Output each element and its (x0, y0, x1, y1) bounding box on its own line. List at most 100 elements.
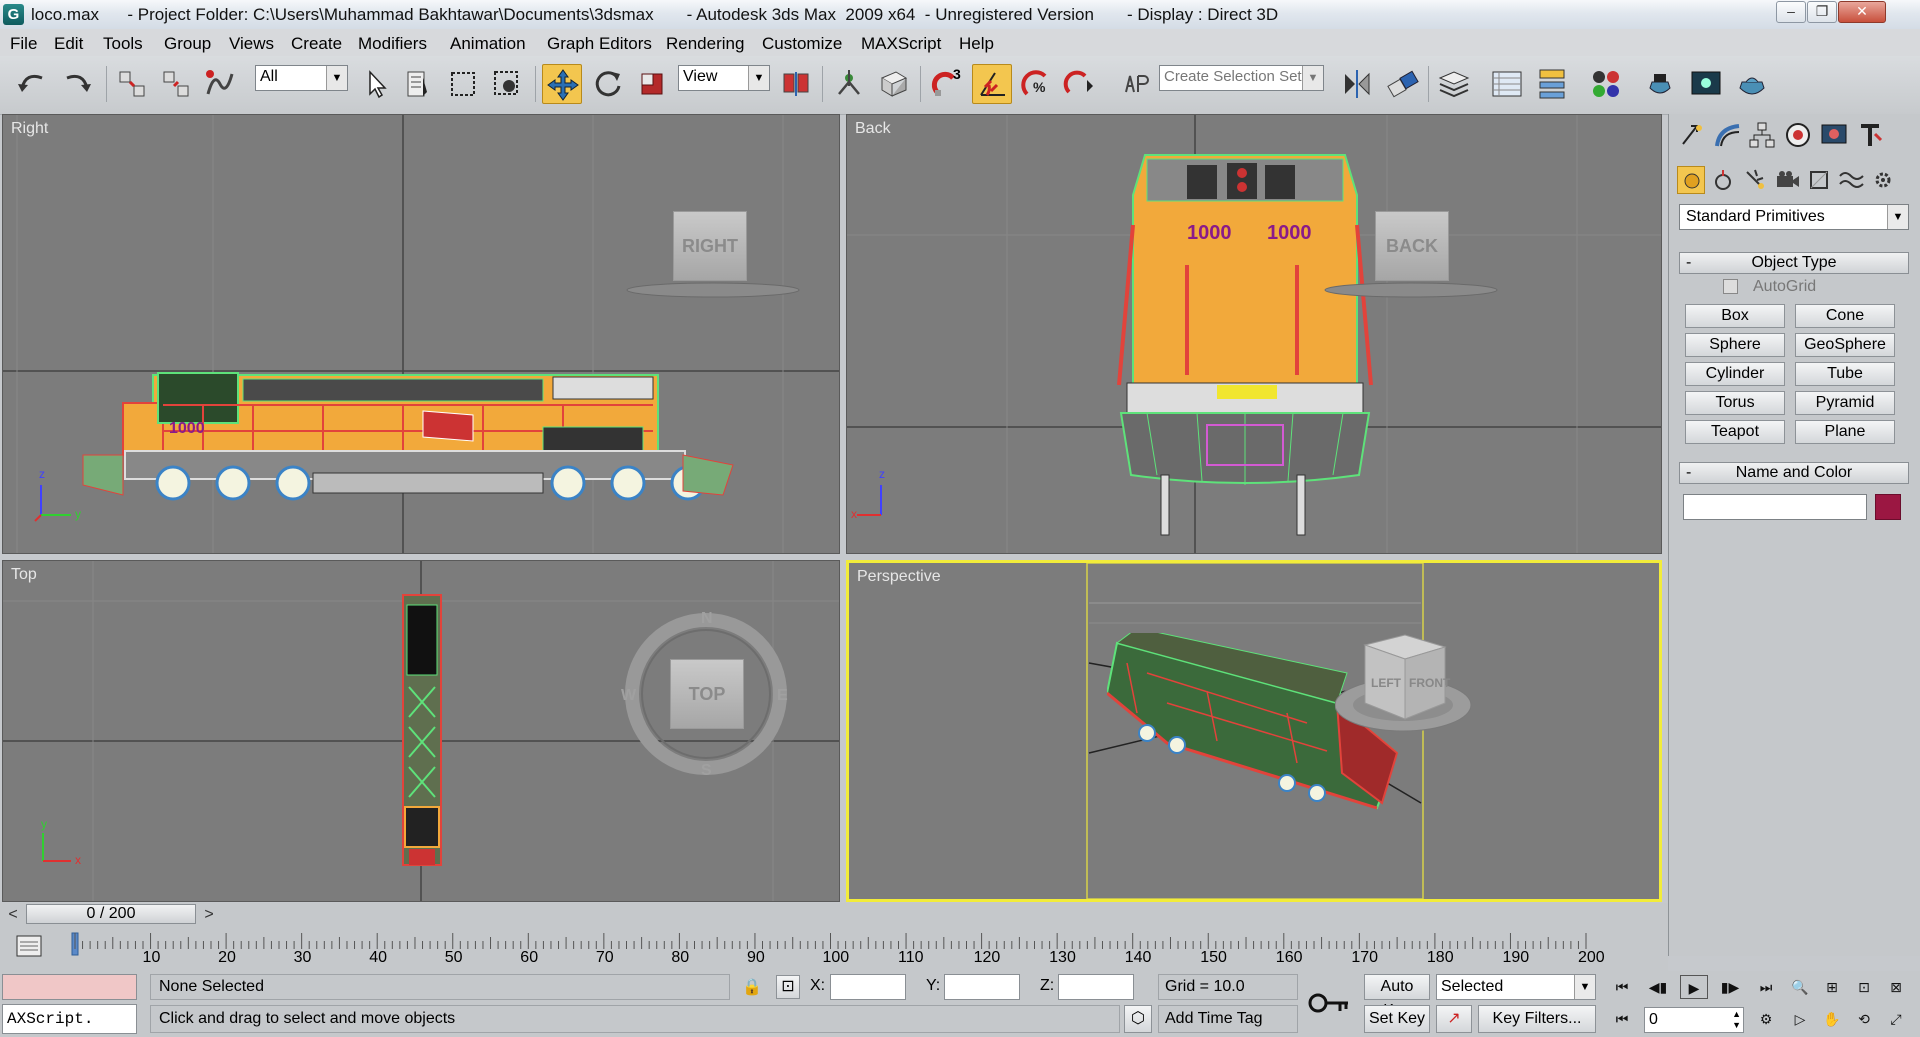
default-tangents-icon[interactable]: ↗ (1436, 1005, 1472, 1033)
zoom-all-icon[interactable]: ⊞ (1818, 975, 1846, 999)
motion-tab-icon[interactable] (1783, 120, 1813, 150)
display-tab-icon[interactable] (1819, 120, 1849, 150)
time-tag-icon[interactable]: ⬡ (1124, 1005, 1152, 1033)
viewport-top[interactable]: Top N E S W TOP y x (2, 560, 840, 902)
set-key-button[interactable]: Set Key (1364, 1005, 1430, 1033)
x-coordinate-field[interactable] (830, 974, 906, 1000)
go-to-end-icon[interactable]: ⏭ (1752, 975, 1780, 999)
edit-named-selection-icon[interactable] (1116, 64, 1156, 104)
viewcube-perspective[interactable]: LEFT FRONT (1335, 633, 1485, 743)
menu-create[interactable]: Create (291, 34, 342, 54)
percent-snap-icon[interactable]: % (1017, 64, 1057, 104)
pan-view-icon[interactable]: ✋ (1818, 1007, 1846, 1031)
material-editor-icon[interactable] (1586, 64, 1626, 104)
viewcube-top[interactable]: TOP (670, 659, 744, 729)
zoom-extents-icon[interactable]: ⊡ (1850, 975, 1878, 999)
viewport-perspective[interactable]: Perspective LEFT FRONT (846, 560, 1662, 902)
maxscript-listener-mini[interactable] (2, 974, 137, 1000)
viewcube-right[interactable]: RIGHT (673, 211, 747, 281)
pivot-center-icon[interactable] (776, 64, 816, 104)
object-color-swatch[interactable] (1875, 494, 1901, 520)
key-filters-button[interactable]: Key Filters... (1478, 1005, 1596, 1033)
window-crossing-icon[interactable] (487, 64, 527, 104)
menu-edit[interactable]: Edit (54, 34, 83, 54)
set-key-icon[interactable] (1306, 985, 1352, 1021)
menu-animation[interactable]: Animation (450, 34, 526, 54)
menu-views[interactable]: Views (229, 34, 274, 54)
menu-help[interactable]: Help (959, 34, 994, 54)
zoom-icon[interactable]: 🔍 (1786, 975, 1814, 999)
auto-key-button[interactable]: Auto Key (1364, 974, 1430, 1019)
z-coordinate-field[interactable] (1058, 974, 1134, 1000)
time-configuration-icon[interactable]: ⚙ (1752, 1007, 1780, 1031)
manipulate-icon[interactable] (829, 64, 869, 104)
y-coordinate-field[interactable] (944, 974, 1020, 1000)
pyramid-button[interactable]: Pyramid (1795, 391, 1895, 415)
torus-button[interactable]: Torus (1685, 391, 1785, 415)
current-frame-field[interactable]: 0 ▲ ▼ (1644, 1007, 1744, 1033)
sphere-button[interactable]: Sphere (1685, 333, 1785, 357)
previous-key-icon[interactable]: ◀▮ (1644, 975, 1672, 999)
modify-tab-icon[interactable] (1713, 120, 1743, 150)
viewport-right[interactable]: Right 1000 RIGHT z y (2, 114, 840, 554)
spinner-snap-icon[interactable] (1061, 64, 1101, 104)
layer-manager-icon[interactable] (1434, 64, 1474, 104)
orbit-icon[interactable]: ⟲ (1850, 1007, 1878, 1031)
select-and-link-icon[interactable] (112, 64, 152, 104)
cylinder-button[interactable]: Cylinder (1685, 362, 1785, 386)
keyboard-shortcut-override-icon[interactable] (874, 64, 914, 104)
selection-filter-dropdown[interactable]: All ▼ (255, 65, 348, 91)
object-category-dropdown[interactable]: Standard Primitives ▼ (1679, 204, 1909, 230)
create-tab-icon[interactable] (1677, 120, 1707, 150)
key-mode-toggle-icon[interactable]: ⏮ (1608, 1007, 1636, 1031)
viewport-label[interactable]: Right (11, 120, 48, 138)
render-setup-icon[interactable] (1640, 64, 1680, 104)
next-key-icon[interactable]: ▮▶ (1716, 975, 1744, 999)
menu-customize[interactable]: Customize (762, 34, 842, 54)
angle-snap-icon[interactable] (972, 64, 1012, 104)
object-type-rollout-header[interactable]: - Object Type (1679, 252, 1909, 274)
redo-icon[interactable] (57, 64, 97, 104)
snaps-toggle-icon[interactable]: 3 (927, 64, 967, 104)
next-frame-icon[interactable]: > (198, 905, 220, 925)
menu-modifiers[interactable]: Modifiers (358, 34, 427, 54)
play-icon[interactable]: ▶ (1680, 975, 1708, 999)
viewcube-back[interactable]: BACK (1375, 211, 1449, 281)
select-and-scale-icon[interactable] (632, 64, 672, 104)
maxscript-input[interactable]: AXScript. (2, 1004, 137, 1034)
viewport-back[interactable]: Back 1000 1000 BACK z x (846, 114, 1662, 554)
lock-icon[interactable]: 🔒 (742, 977, 762, 997)
field-of-view-icon[interactable]: ▷ (1786, 1007, 1814, 1031)
menu-tools[interactable]: Tools (103, 34, 143, 54)
select-object-icon[interactable] (356, 64, 396, 104)
add-time-tag-field[interactable]: Add Time Tag (1158, 1005, 1298, 1033)
select-by-name-icon[interactable] (399, 64, 439, 104)
menu-file[interactable]: File (10, 34, 37, 54)
shapes-icon[interactable] (1709, 166, 1737, 194)
spinner-icon[interactable]: ▲ ▼ (1732, 1009, 1741, 1031)
autogrid-checkbox[interactable] (1723, 279, 1738, 294)
object-name-field[interactable] (1683, 494, 1867, 520)
zoom-extents-all-icon[interactable]: ⊠ (1882, 975, 1910, 999)
lights-icon[interactable] (1741, 166, 1769, 194)
schematic-view-icon[interactable] (1532, 64, 1572, 104)
cameras-icon[interactable] (1773, 166, 1801, 194)
viewport-label[interactable]: Back (855, 120, 891, 138)
menu-maxscript[interactable]: MAXScript (861, 34, 941, 54)
select-and-rotate-icon[interactable] (588, 64, 628, 104)
time-slider-thumb[interactable]: 0 / 200 (26, 904, 196, 924)
bind-to-space-warp-icon[interactable] (200, 64, 240, 104)
render-production-icon[interactable] (1732, 64, 1772, 104)
geosphere-button[interactable]: GeoSphere (1795, 333, 1895, 357)
box-button[interactable]: Box (1685, 304, 1785, 328)
undo-icon[interactable] (12, 64, 52, 104)
space-warps-icon[interactable] (1837, 166, 1865, 194)
menu-rendering[interactable]: Rendering (666, 34, 744, 54)
systems-icon[interactable] (1869, 166, 1897, 194)
tube-button[interactable]: Tube (1795, 362, 1895, 386)
name-and-color-rollout-header[interactable]: - Name and Color (1679, 462, 1909, 484)
utilities-tab-icon[interactable] (1855, 120, 1885, 150)
mirror-icon[interactable] (1337, 64, 1377, 104)
hierarchy-tab-icon[interactable] (1747, 120, 1777, 150)
plane-button[interactable]: Plane (1795, 420, 1895, 444)
